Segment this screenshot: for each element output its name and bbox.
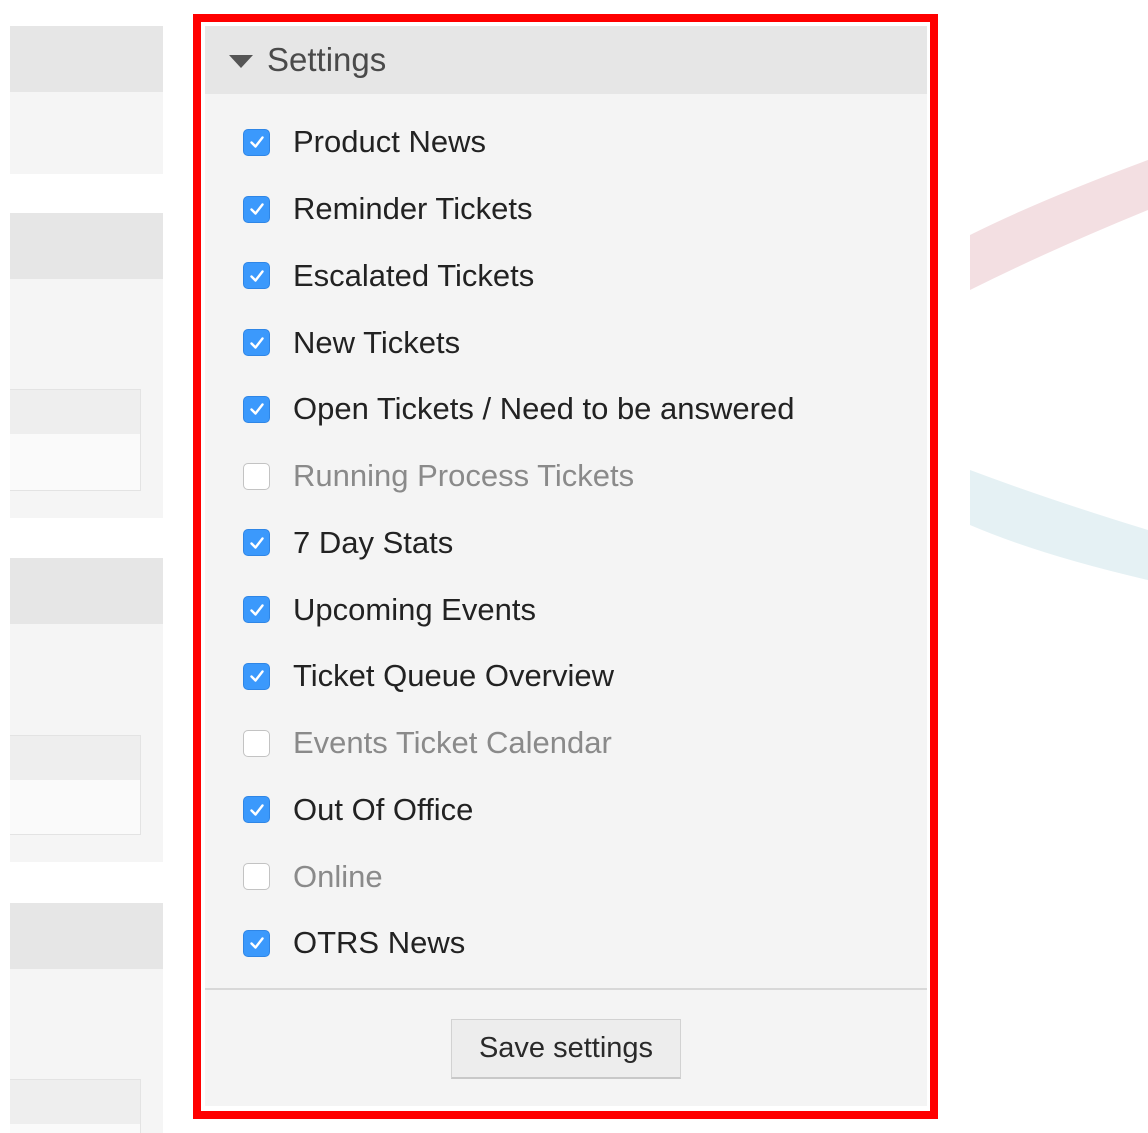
settings-option[interactable]: 7 Day Stats — [243, 510, 927, 577]
background-table-header — [10, 390, 140, 434]
checkbox-checked[interactable] — [243, 329, 270, 357]
background-widget-header — [10, 903, 163, 969]
checkmark-icon — [249, 603, 264, 616]
checkbox-checked[interactable] — [243, 529, 270, 557]
settings-title: Settings — [267, 41, 387, 78]
settings-option[interactable]: OTRS News — [243, 910, 927, 977]
checkbox-unchecked[interactable] — [243, 729, 270, 757]
settings-option-label: Escalated Tickets — [293, 257, 535, 293]
checkmark-icon — [249, 937, 264, 950]
checkbox-checked[interactable] — [243, 662, 270, 690]
settings-option[interactable]: Events Ticket Calendar — [243, 710, 927, 777]
settings-option-label: Upcoming Events — [293, 591, 536, 627]
settings-option[interactable]: Open Tickets / Need to be answered — [243, 376, 927, 443]
background-widget-header — [10, 558, 163, 624]
background-table — [10, 735, 141, 835]
checkmark-icon — [249, 270, 264, 282]
checkbox-checked[interactable] — [243, 596, 270, 624]
background-table — [10, 389, 141, 491]
settings-option[interactable]: New Tickets — [243, 309, 927, 376]
save-settings-button[interactable]: Save settings — [451, 1019, 681, 1079]
settings-option-label: Product News — [293, 124, 486, 160]
settings-option[interactable]: Ticket Queue Overview — [243, 643, 927, 710]
checkbox-checked[interactable] — [243, 796, 270, 824]
settings-option[interactable]: Product News — [243, 109, 927, 176]
checkmark-icon — [249, 336, 264, 349]
settings-option[interactable]: Escalated Tickets — [243, 243, 927, 310]
dashboard-page: Settings Product News Reminder Tickets Esc… — [0, 0, 1148, 1133]
settings-option-label: Open Tickets / Need to be answered — [293, 391, 795, 427]
checkbox-unchecked[interactable] — [243, 863, 270, 891]
settings-option[interactable]: Running Process Tickets — [243, 443, 927, 510]
settings-option-label: OTRS News — [293, 925, 466, 961]
settings-option-label: Online — [293, 858, 383, 894]
background-arc-decoration — [970, 160, 1148, 580]
checkmark-icon — [249, 203, 264, 215]
checkbox-checked[interactable] — [243, 929, 270, 957]
background-table — [10, 1079, 141, 1133]
settings-option[interactable]: Reminder Tickets — [243, 176, 927, 243]
checkbox-checked[interactable] — [243, 395, 270, 423]
settings-option-label: 7 Day Stats — [293, 524, 454, 560]
checkbox-unchecked[interactable] — [243, 462, 270, 490]
checkbox-checked[interactable] — [243, 262, 270, 290]
background-table-header — [10, 1080, 140, 1124]
settings-option-label: New Tickets — [293, 324, 461, 360]
settings-widget-header[interactable]: Settings — [205, 26, 927, 94]
background-table-header — [10, 736, 140, 780]
checkmark-icon — [249, 670, 264, 683]
checkmark-icon — [249, 136, 264, 149]
settings-option[interactable]: Out Of Office — [243, 777, 927, 844]
background-widget — [10, 26, 163, 174]
settings-option-label: Reminder Tickets — [293, 191, 533, 227]
settings-option-label: Running Process Tickets — [293, 458, 635, 494]
checkmark-icon — [249, 537, 264, 549]
checkbox-checked[interactable] — [243, 195, 270, 223]
checkmark-icon — [249, 403, 264, 416]
settings-option[interactable]: Upcoming Events — [243, 576, 927, 643]
settings-widget: Settings Product News Reminder Tickets Esc… — [205, 26, 927, 1106]
settings-widget-footer: Save settings — [205, 988, 927, 1108]
settings-option-label: Ticket Queue Overview — [293, 658, 615, 694]
settings-option-list: Product News Reminder Tickets Escalated Ti… — [205, 94, 927, 977]
checkmark-icon — [249, 804, 264, 816]
settings-option[interactable]: Online — [243, 843, 927, 910]
background-widget-header — [10, 213, 163, 279]
checkbox-checked[interactable] — [243, 128, 270, 156]
settings-option-label: Events Ticket Calendar — [293, 725, 612, 761]
caret-down-icon[interactable] — [229, 54, 253, 68]
background-widget-header — [10, 26, 163, 92]
settings-option-label: Out Of Office — [293, 791, 474, 827]
